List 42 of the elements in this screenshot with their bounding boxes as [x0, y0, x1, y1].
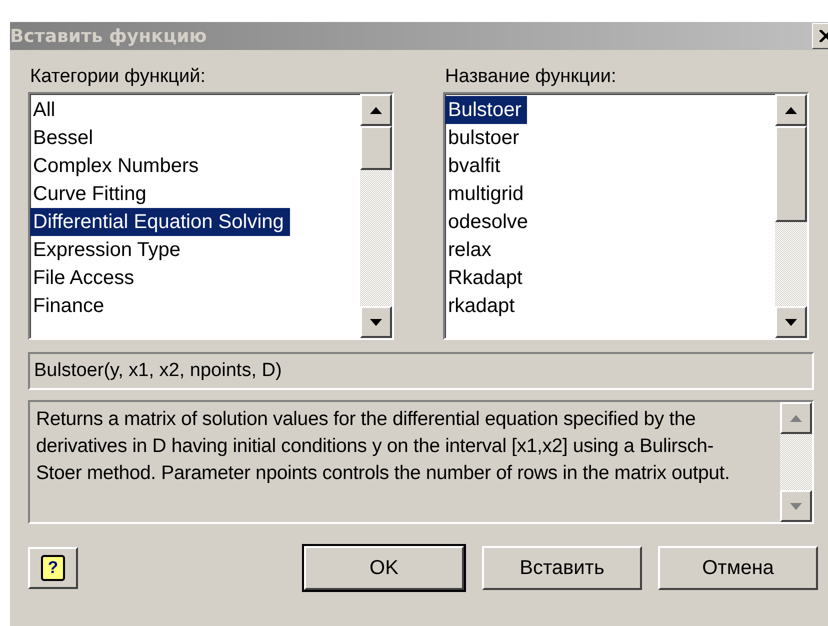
category-item[interactable]: Finance: [30, 292, 360, 320]
dialog-button[interactable]: Отмена: [658, 546, 818, 590]
function-signature: Bulstoer(y, x1, x2, npoints, D): [28, 352, 814, 390]
function-description: Returns a matrix of solution values for the differential equation specified by the derivatives in D having initial conditions y on the interval [x1,x2] using a Bulirsch-Stoer method. Parameter npoints controls the number of rows in the matrix output.: [35, 407, 731, 486]
category-item[interactable]: Bessel: [30, 124, 360, 152]
list-label: Название функции:: [444, 66, 618, 88]
scroll-down-icon: [370, 318, 382, 326]
function-item[interactable]: odesolve: [445, 208, 775, 236]
category-item[interactable]: Curve Fitting: [30, 180, 360, 208]
scroll-thumb[interactable]: [775, 126, 807, 222]
help-button[interactable]: ?: [28, 547, 78, 589]
scroll-down-icon: [785, 318, 797, 326]
function-item[interactable]: Bulstoer: [445, 96, 528, 124]
scroll-up-icon: [785, 106, 797, 114]
scroll-up-button[interactable]: [780, 402, 812, 434]
scroll-thumb[interactable]: [360, 126, 392, 170]
category-item[interactable]: Complex Numbers: [30, 152, 360, 180]
function-item[interactable]: Rkadapt: [445, 264, 775, 292]
scroll-down-button[interactable]: [360, 306, 392, 338]
function-item[interactable]: rkadapt: [445, 292, 775, 320]
scroll-up-button[interactable]: [775, 94, 807, 126]
function-item[interactable]: bulstoer: [445, 124, 775, 152]
scroll-up-button[interactable]: [360, 94, 392, 126]
dialog-button[interactable]: OK: [304, 546, 464, 590]
scrollbar[interactable]: [775, 94, 807, 338]
scroll-up-icon: [370, 106, 382, 114]
scroll-down-icon: [790, 502, 802, 510]
list-label: Категории функций:: [29, 66, 207, 88]
window-title: Вставить функцию: [10, 26, 207, 46]
scrollbar[interactable]: [360, 94, 392, 338]
category-item[interactable]: Expression Type: [30, 236, 360, 264]
scrollbar[interactable]: [780, 402, 812, 522]
scroll-down-button[interactable]: [775, 306, 807, 338]
category-item[interactable]: File Access: [30, 264, 360, 292]
scroll-down-button[interactable]: [780, 490, 812, 522]
category-item[interactable]: All: [30, 96, 360, 124]
function-item[interactable]: multigrid: [445, 180, 775, 208]
function-item[interactable]: relax: [445, 236, 775, 264]
scroll-up-icon: [790, 414, 802, 422]
category-item[interactable]: Differential Equation Solving: [30, 208, 290, 236]
dialog-button[interactable]: Вставить: [482, 546, 642, 590]
function-item[interactable]: bvalfit: [445, 152, 775, 180]
